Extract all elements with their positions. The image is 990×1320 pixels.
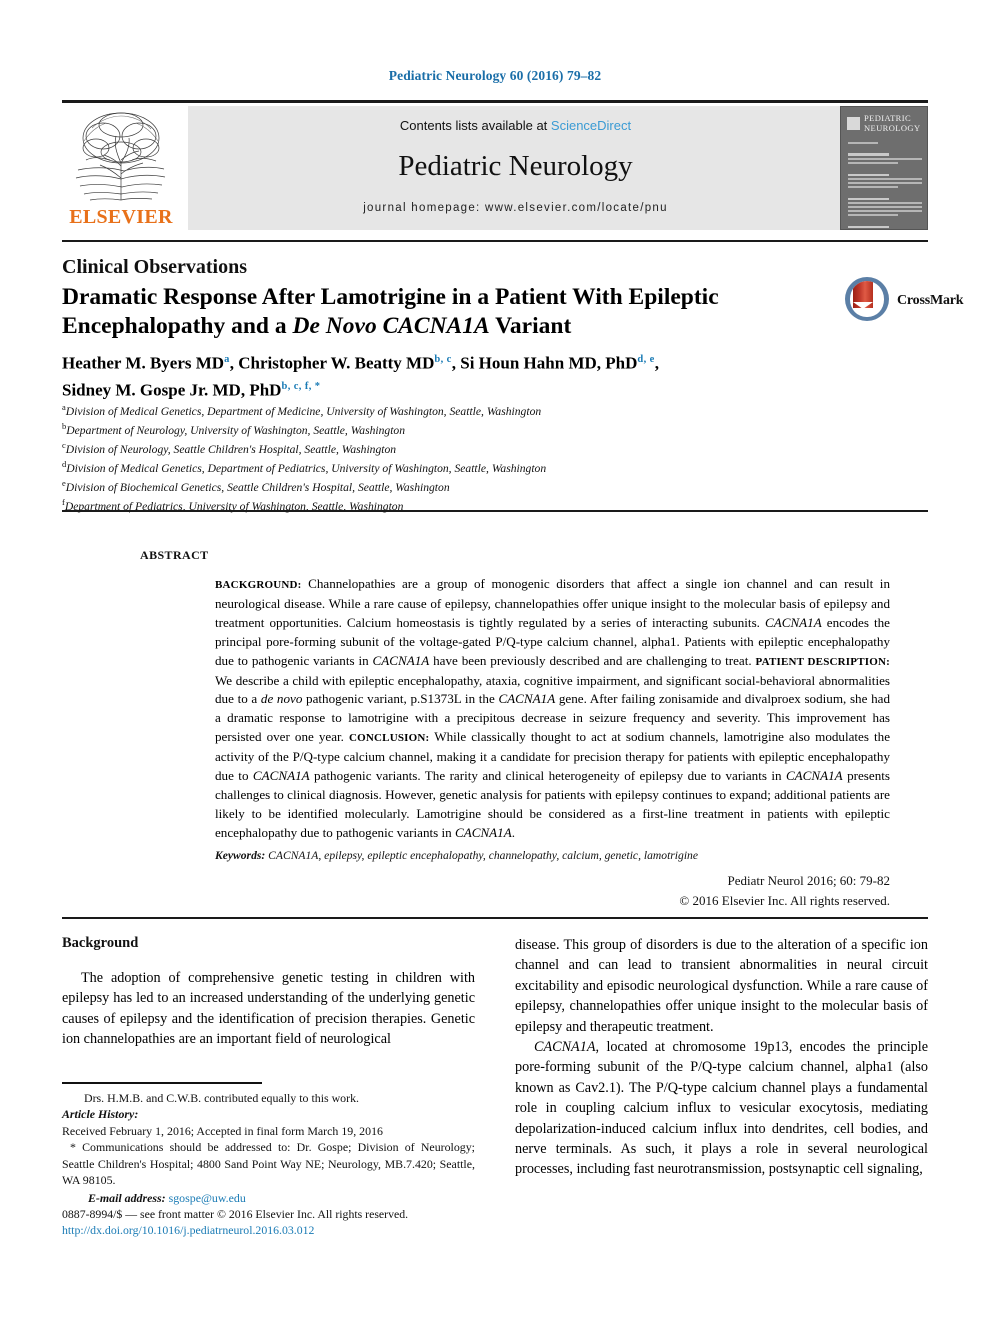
abstract-conclusion-text-4: . — [511, 824, 516, 840]
contents-prefix: Contents lists available at — [399, 118, 551, 133]
article-title-gene: De Novo CACNA1A — [292, 313, 490, 339]
article-title: Dramatic Response After Lamotrigine in a… — [62, 283, 832, 341]
affiliation-item: aDivision of Medical Genetics, Departmen… — [62, 400, 852, 419]
elsevier-wordmark: ELSEVIER — [69, 206, 173, 228]
abstract-top-rule — [62, 510, 928, 512]
crossmark-notch-icon — [853, 302, 873, 309]
affiliation-text: Division of Neurology, Seattle Children'… — [65, 442, 397, 456]
abstract-patient-head: PATIENT DESCRIPTION: — [755, 655, 890, 668]
abstract-gene-5: CACNA1A — [785, 768, 843, 784]
right-paragraph-2: CACNA1A, located at chromosome 19p13, en… — [515, 1037, 928, 1180]
crossmark-ring-icon — [845, 277, 889, 321]
author-4-affil-marker: b, c, f, * — [281, 380, 321, 392]
header-bottom-rule — [62, 240, 928, 242]
article-title-line1: Dramatic Response After Lamotrigine in a… — [62, 284, 719, 310]
abstract-patient-text-2: pathogenic variant, p.S1373L in the — [302, 691, 499, 707]
abstract-bottom-rule — [62, 917, 928, 919]
footnote-email-address[interactable]: sgospe@uw.edu — [166, 1191, 246, 1205]
abstract-gene-2: CACNA1A — [372, 652, 430, 668]
doi-link[interactable]: http://dx.doi.org/10.1016/j.pediatrneuro… — [62, 1222, 502, 1238]
issn-block: 0887-8994/$ — see front matter © 2016 El… — [62, 1206, 502, 1238]
cover-publisher-badge — [847, 117, 860, 130]
right-paragraph-1: disease. This group of disorders is due … — [515, 937, 928, 1035]
footnote-correspondence: * Communications should be addressed to:… — [62, 1140, 475, 1188]
footnote-rule — [62, 1082, 262, 1084]
crossmark-badge[interactable]: CrossMark — [845, 277, 964, 325]
citation-line: Pediatr Neurol 2016; 60: 79-82 — [727, 873, 890, 888]
affiliation-text: Division of Medical Genetics, Department… — [65, 404, 542, 418]
abstract-gene-1: CACNA1A — [764, 614, 822, 630]
author-3-affil-marker: d, e — [637, 354, 655, 365]
affiliation-item: bDepartment of Neurology, University of … — [62, 419, 852, 438]
footnote-article-history: Received February 1, 2016; Accepted in f… — [62, 1123, 383, 1138]
affiliation-text: Department of Neurology, University of W… — [66, 423, 406, 437]
cover-placeholder-lines — [848, 142, 922, 229]
copyright-line: © 2016 Elsevier Inc. All rights reserved… — [679, 893, 890, 908]
author-list: Heather M. Byers MDa, Christopher W. Bea… — [62, 348, 842, 401]
right-paragraph-2-text: , located at chromosome 19p13, encodes t… — [515, 1039, 928, 1178]
author-3: , Si Houn Hahn MD, PhD — [451, 353, 638, 373]
elsevier-tree-icon — [75, 112, 166, 201]
journal-homepage[interactable]: journal homepage: www.elsevier.com/locat… — [188, 202, 843, 214]
article-page: Pediatric Neurology 60 (2016) 79–82 ELSE… — [0, 0, 990, 1320]
abstract-text: BACKGROUND: Channelopathies are a group … — [215, 575, 890, 843]
journal-header: ELSEVIER Contents lists available at Sci… — [62, 106, 928, 230]
running-head: Pediatric Neurology 60 (2016) 79–82 — [388, 68, 602, 83]
abstract-gene-3: CACNA1A — [498, 691, 556, 707]
contents-lists-line: Contents lists available at ScienceDirec… — [188, 118, 843, 133]
footnote-article-history-label: Article History: — [62, 1107, 139, 1122]
journal-title: Pediatric Neurology — [398, 150, 633, 182]
background-heading: Background — [62, 935, 139, 951]
affiliation-item: cDivision of Neurology, Seattle Children… — [62, 438, 852, 457]
issn-line: 0887-8994/$ — see front matter © 2016 El… — [62, 1207, 409, 1221]
author-2: , Christopher W. Beatty MD — [229, 353, 435, 373]
article-title-line2b: Variant — [489, 313, 572, 339]
abstract-conclusion-text-2: pathogenic variants. The rarity and clin… — [309, 768, 786, 784]
footnote-email: E-mail address: sgospe@uw.edu — [62, 1190, 475, 1206]
article-title-line2a: Encephalopathy and a — [62, 313, 293, 339]
author-1: Heather M. Byers MD — [62, 353, 225, 373]
affiliation-item: dDivision of Medical Genetics, Departmen… — [62, 457, 852, 476]
header-top-rule — [62, 100, 928, 103]
body-column-right: disease. This group of disorders is due … — [515, 935, 928, 1180]
keywords-label: Keywords: — [215, 849, 266, 862]
background-paragraph: The adoption of comprehensive genetic te… — [62, 970, 475, 1048]
crossmark-label: CrossMark — [897, 293, 964, 308]
keywords: Keywords: CACNA1A, epilepsy, epileptic e… — [215, 849, 890, 862]
journal-header-center: Contents lists available at ScienceDirec… — [188, 106, 843, 230]
body-column-left: Background The adoption of comprehensive… — [62, 935, 475, 1050]
keywords-value: CACNA1A, epilepsy, epileptic encephalopa… — [265, 849, 698, 862]
cover-title: PEDIATRIC NEUROLOGY — [864, 113, 921, 133]
affiliation-text: Division of Medical Genetics, Department… — [66, 462, 547, 476]
affiliation-list: aDivision of Medical Genetics, Departmen… — [62, 400, 852, 514]
abstract-gene-4: CACNA1A — [252, 768, 310, 784]
journal-cover-thumbnail: PEDIATRIC NEUROLOGY — [840, 106, 928, 230]
footnote-equal-contribution: Drs. H.M.B. and C.W.B. contributed equal… — [84, 1091, 360, 1105]
affiliation-text: Division of Biochemical Genetics, Seattl… — [65, 481, 450, 495]
abstract-conclusion-head: CONCLUSION: — [348, 732, 430, 745]
abstract-denovo: de novo — [260, 691, 303, 707]
abstract-label: ABSTRACT — [140, 548, 209, 562]
article-section-label: Clinical Observations — [62, 256, 248, 278]
author-2-affil-marker: b, c — [434, 354, 452, 365]
abstract-background-text-3: have been previously described and are c… — [429, 652, 756, 668]
sciencedirect-link[interactable]: ScienceDirect — [551, 118, 631, 133]
crossmark-inner-icon — [850, 281, 884, 317]
abstract-background-head: BACKGROUND: — [215, 579, 302, 591]
affiliation-item: eDivision of Biochemical Genetics, Seatt… — [62, 476, 852, 495]
abstract-gene-6: CACNA1A — [454, 824, 512, 840]
author-line1-tail: , — [654, 353, 659, 373]
right-paragraph-2-gene: CACNA1A — [534, 1039, 596, 1056]
elsevier-logo: ELSEVIER — [62, 106, 180, 230]
footnote-block: Drs. H.M.B. and C.W.B. contributed equal… — [62, 1090, 475, 1207]
footnote-email-label: E-mail address: — [88, 1191, 166, 1206]
author-4: Sidney M. Gospe Jr. MD, PhD — [62, 380, 282, 400]
